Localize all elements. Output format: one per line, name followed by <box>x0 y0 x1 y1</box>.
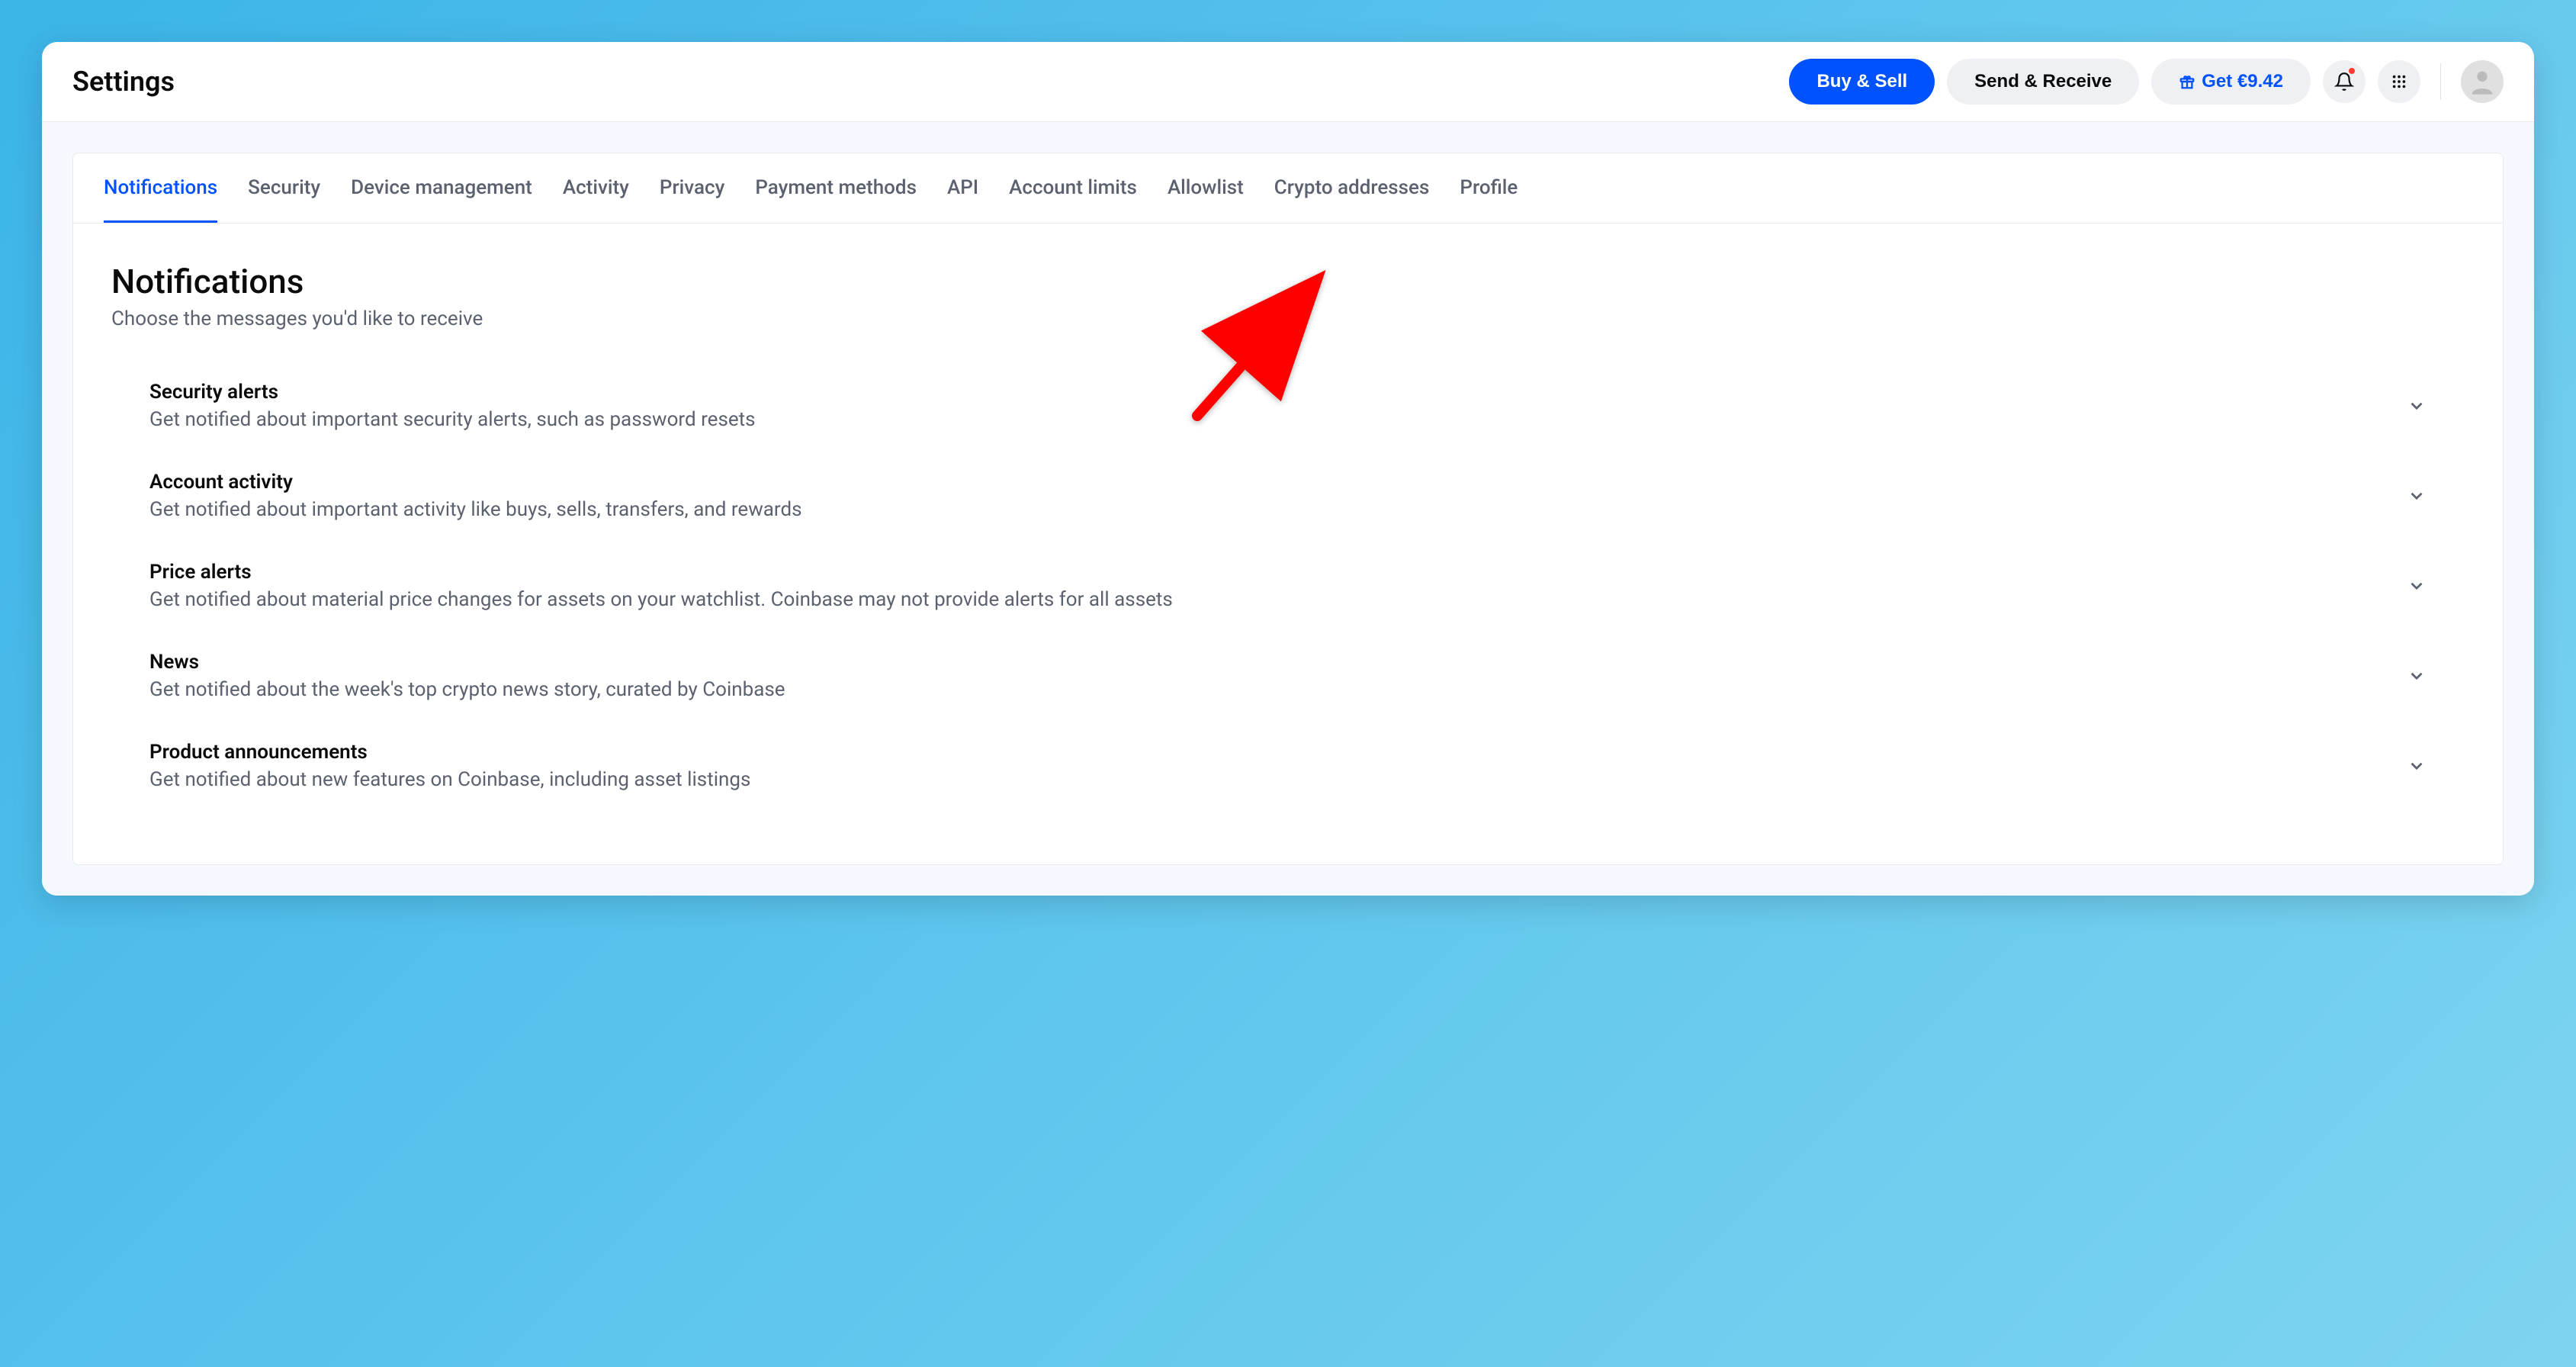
setting-desc: Get notified about the week's top crypto… <box>149 678 2391 701</box>
setting-title: Price alerts <box>149 561 2391 584</box>
setting-text: Account activity Get notified about impor… <box>149 471 2391 521</box>
header-divider <box>2440 63 2441 100</box>
section-subtitle: Choose the messages you'd like to receiv… <box>111 307 2465 330</box>
chevron-down-icon <box>2407 396 2427 416</box>
page-title: Settings <box>72 66 175 98</box>
setting-text: News Get notified about the week's top cr… <box>149 651 2391 701</box>
setting-desc: Get notified about new features on Coinb… <box>149 768 2391 791</box>
tab-activity[interactable]: Activity <box>563 153 629 223</box>
setting-row-product-announcements[interactable]: Product announcements Get notified about … <box>111 721 2465 811</box>
get-reward-label: Get €9.42 <box>2202 71 2283 92</box>
send-receive-button[interactable]: Send & Receive <box>1947 59 2139 105</box>
setting-row-account-activity[interactable]: Account activity Get notified about impor… <box>111 451 2465 541</box>
header: Settings Buy & Sell Send & Receive Get €… <box>42 42 2534 122</box>
tab-payment-methods[interactable]: Payment methods <box>755 153 917 223</box>
header-actions: Buy & Sell Send & Receive Get €9.42 <box>1789 59 2504 105</box>
tab-device-management[interactable]: Device management <box>351 153 532 223</box>
tab-security[interactable]: Security <box>248 153 320 223</box>
tab-privacy[interactable]: Privacy <box>660 153 724 223</box>
tab-profile[interactable]: Profile <box>1460 153 1518 223</box>
tabs: Notifications Security Device management Ac… <box>73 153 2503 224</box>
setting-desc: Get notified about important security al… <box>149 408 2391 431</box>
chevron-down-icon <box>2407 576 2427 596</box>
setting-desc: Get notified about important activity li… <box>149 498 2391 521</box>
setting-title: Product announcements <box>149 741 2391 764</box>
chevron-down-icon <box>2407 486 2427 506</box>
setting-row-security-alerts[interactable]: Security alerts Get notified about import… <box>111 361 2465 451</box>
setting-title: Account activity <box>149 471 2391 494</box>
setting-text: Security alerts Get notified about import… <box>149 381 2391 431</box>
notifications-button[interactable] <box>2323 60 2366 103</box>
tab-notifications[interactable]: Notifications <box>104 153 217 223</box>
notifications-section: Notifications Choose the messages you'd … <box>73 224 2503 864</box>
section-title: Notifications <box>111 262 2465 301</box>
settings-panel: Notifications Security Device management Ac… <box>72 153 2504 865</box>
setting-desc: Get notified about material price change… <box>149 588 2391 611</box>
setting-title: News <box>149 651 2391 674</box>
notification-dot <box>2347 66 2356 76</box>
tab-crypto-addresses[interactable]: Crypto addresses <box>1274 153 1430 223</box>
setting-row-price-alerts[interactable]: Price alerts Get notified about material … <box>111 541 2465 631</box>
setting-row-news[interactable]: News Get notified about the week's top cr… <box>111 631 2465 721</box>
setting-text: Price alerts Get notified about material … <box>149 561 2391 611</box>
chevron-down-icon <box>2407 756 2427 776</box>
avatar[interactable] <box>2461 60 2504 103</box>
user-icon <box>2467 66 2497 97</box>
settings-list: Security alerts Get notified about import… <box>111 361 2465 811</box>
get-reward-button[interactable]: Get €9.42 <box>2151 59 2311 105</box>
setting-title: Security alerts <box>149 381 2391 404</box>
app-window: Settings Buy & Sell Send & Receive Get €… <box>42 42 2534 896</box>
content-area: Notifications Security Device management Ac… <box>42 122 2534 896</box>
buy-sell-button[interactable]: Buy & Sell <box>1789 59 1935 105</box>
tab-allowlist[interactable]: Allowlist <box>1168 153 1244 223</box>
gift-icon <box>2179 73 2195 90</box>
tab-api[interactable]: API <box>947 153 978 223</box>
setting-text: Product announcements Get notified about … <box>149 741 2391 791</box>
tab-account-limits[interactable]: Account limits <box>1009 153 1137 223</box>
apps-grid-button[interactable] <box>2378 60 2420 103</box>
grid-icon <box>2391 73 2407 90</box>
chevron-down-icon <box>2407 666 2427 686</box>
